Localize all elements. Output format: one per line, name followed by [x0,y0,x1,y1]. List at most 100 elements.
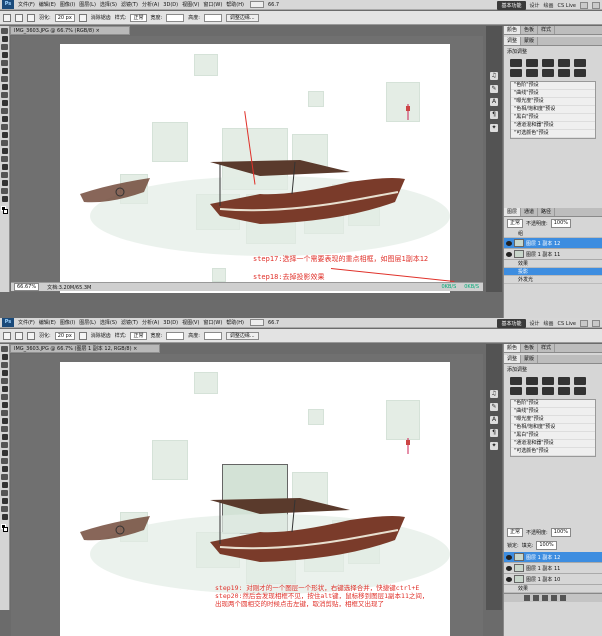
hand-tool-icon[interactable] [1,188,8,194]
feather-input[interactable]: 20 px [54,13,75,22]
trash-icon[interactable] [560,595,566,601]
canvas-area[interactable]: step19: 对刚才的一个图层一个形状，右键选择合并，快捷键ctrl+E st… [11,354,483,636]
marquee-tool-icon[interactable] [1,36,8,42]
path-select-icon[interactable] [1,156,8,162]
eye-icon[interactable] [506,576,512,582]
menu-analysis[interactable]: 分析(A) [142,1,159,8]
link-layers-icon[interactable] [524,595,530,601]
menu-image[interactable]: 图像(I) [60,319,75,326]
menu-3d[interactable]: 3D(D) [163,2,178,8]
quick-select-tool-icon[interactable] [1,370,8,376]
preset-curves[interactable]: "曲线"预设 [511,90,595,98]
eye-icon[interactable] [506,565,512,571]
3d-camera-icon[interactable] [1,180,8,186]
curves-icon[interactable] [542,377,554,385]
lasso-tool-icon[interactable] [1,44,8,50]
tab-layers[interactable]: 图层 [504,208,522,216]
layer-row[interactable]: 图层 1 副本 11 [504,249,602,260]
dodge-tool-icon[interactable] [1,450,8,456]
clone-stamp-icon[interactable] [1,410,8,416]
preset-exposure[interactable]: "曝光度"预设 [511,98,595,106]
workspace-design-link[interactable]: 设计 [530,320,540,327]
preset-selective-color[interactable]: "可选颜色"预设 [511,448,595,456]
menu-layer[interactable]: 图层(L) [79,319,96,326]
brightness-icon[interactable] [510,377,522,385]
zoom-level-menu[interactable]: 66.7 [268,320,279,326]
preset-channel-mixer[interactable]: "通道混和器"预设 [511,122,595,130]
marquee-tool-icon[interactable] [3,331,11,340]
brightness-icon[interactable] [510,59,522,67]
brush-tool-icon[interactable] [1,402,8,408]
outer-glow-effect[interactable]: 外发光 [504,276,602,284]
lasso-tool-icon[interactable] [1,362,8,368]
eyedropper-tool-icon[interactable] [1,386,8,392]
channel-mixer-icon[interactable] [574,69,586,77]
color-swatches[interactable] [1,524,8,532]
document-tab[interactable]: IMG_3603.JPG @ 66.7% (图层 1 副本 12, RGB/8)… [10,344,160,353]
shape-tool-icon[interactable] [1,482,8,488]
vibrance-icon[interactable] [574,377,586,385]
add-selection-icon[interactable] [27,13,35,22]
zoom-tool-icon[interactable] [1,514,8,520]
drop-shadow-effect[interactable]: 投影 [504,268,602,276]
black-white-icon[interactable] [542,69,554,77]
preset-hue-saturation[interactable]: "色相/饱和度"预设 [511,424,595,432]
new-selection-icon[interactable] [15,13,23,22]
healing-brush-icon[interactable] [1,394,8,400]
mini-bridge-icon[interactable] [249,1,264,8]
blur-tool-icon[interactable] [1,442,8,448]
gradient-tool-icon[interactable] [1,116,8,122]
menu-view[interactable]: 视图(V) [182,1,199,8]
tab-swatches[interactable]: 色板 [521,26,539,34]
menu-analysis[interactable]: 分析(A) [142,319,159,326]
shape-tool-icon[interactable] [1,164,8,170]
menu-help[interactable]: 帮助(H) [226,319,244,326]
style-select[interactable]: 正常 [130,13,147,22]
crop-tool-icon[interactable] [1,60,8,66]
menu-layer[interactable]: 图层(L) [79,1,96,8]
brush-panel-icon[interactable]: ✎ [490,85,498,93]
marquee-tool-icon[interactable] [1,354,8,360]
brush-tool-icon[interactable] [1,84,8,90]
height-input[interactable] [203,331,222,340]
menu-edit[interactable]: 编辑(E) [39,1,56,8]
character-icon[interactable]: A [490,98,498,106]
character-icon[interactable]: A [490,416,498,424]
paragraph-icon[interactable]: ¶ [490,111,498,119]
history-icon[interactable]: ♫ [490,390,498,398]
tool-presets-icon[interactable]: ✦ [490,442,498,450]
levels-icon[interactable] [526,377,538,385]
eyedropper-tool-icon[interactable] [1,68,8,74]
minimize-button[interactable] [580,2,588,9]
hand-tool-icon[interactable] [1,506,8,512]
layer-row-selected[interactable]: 图层 1 副本 12 [504,552,602,563]
tab-adjustments[interactable]: 调整 [504,37,522,45]
tab-paths[interactable]: 路径 [538,208,556,216]
workspace-essentials-button[interactable]: 基本功能 [497,319,526,328]
tab-masks[interactable]: 蒙版 [521,37,539,45]
preset-levels[interactable]: "色阶"预设 [511,400,595,408]
preset-hue-saturation[interactable]: "色相/饱和度"预设 [511,106,595,114]
curves-icon[interactable] [542,59,554,67]
layer-row-selected[interactable]: 图层 1 副本 12 [504,238,602,249]
menu-image[interactable]: 图像(I) [60,1,75,8]
paragraph-icon[interactable]: ¶ [490,429,498,437]
refine-edge-button[interactable]: 调整边缘... [225,331,259,340]
preset-black-white[interactable]: "黑白"预设 [511,432,595,440]
workspace-essentials-button[interactable]: 基本功能 [497,1,526,10]
menu-view[interactable]: 视图(V) [182,319,199,326]
menu-file[interactable]: 文件(F) [18,319,35,326]
canvas-area[interactable]: step17:选择一个需要表现的重点相框，如图层1副本12 step18:去掉投… [11,36,483,293]
zoom-field[interactable]: 66.67% [14,283,40,291]
minimize-button[interactable] [580,320,588,327]
close-button[interactable] [592,2,600,9]
antialias-checkbox[interactable] [78,13,87,22]
preset-levels[interactable]: "色阶"预设 [511,82,595,90]
tab-swatches[interactable]: 色板 [521,344,539,352]
menu-filter[interactable]: 滤镜(T) [121,1,138,8]
tab-masks[interactable]: 蒙版 [521,355,539,363]
eye-icon[interactable] [506,240,512,246]
tab-adjustments[interactable]: 调整 [504,355,522,363]
pen-tool-icon[interactable] [1,458,8,464]
type-tool-icon[interactable] [1,148,8,154]
